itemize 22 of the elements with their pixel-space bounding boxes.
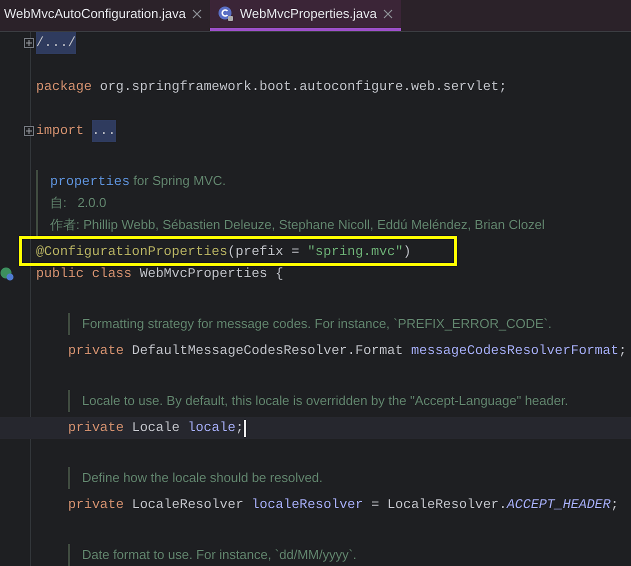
editor-tab[interactable]: WebMvcAutoConfiguration.java [0, 0, 210, 31]
class-icon [218, 6, 234, 22]
code-line: private DefaultMessageCodesResolver.Format messageCodesResolverFormat; [68, 342, 627, 360]
fold-icon[interactable] [24, 38, 34, 48]
doc-comment: Locale to use. By default, this locale is overridden by the "Accept-Language" header. [82, 393, 568, 409]
code-line: @ConfigurationProperties(prefix = "spring.mvc") [36, 243, 412, 261]
code-line: private LocaleResolver localeResolver = LocaleResolver.ACCEPT_HEADER; [68, 496, 619, 514]
doc-comment: Define how the locale should be resolved. [82, 470, 323, 486]
doc-comment: Date format to use. For instance, `dd/MM/yyyy`. [82, 547, 357, 563]
fold-icon[interactable] [24, 126, 34, 136]
code-line: public class WebMvcProperties { [36, 265, 284, 283]
doc-comment: properties for Spring MVC. [50, 172, 226, 190]
code-line: package org.springframework.boot.autoconfigure.web.servlet; [36, 78, 507, 96]
close-icon[interactable] [382, 9, 393, 19]
code-line: private Locale locale; [68, 418, 246, 438]
class-gutter-icon[interactable] [0, 267, 14, 281]
doc-comment: Formatting strategy for message codes. For instance, `PREFIX_ERROR_CODE`. [82, 316, 552, 332]
editor-tab[interactable]: WebMvcProperties.java [210, 0, 401, 31]
code-line: import ... [36, 120, 116, 142]
doc-comment: 自: 2.0.0 [50, 195, 106, 211]
close-icon[interactable] [192, 9, 202, 19]
doc-comment: 作者: Phillip Webb, Sébastien Deleuze, Stephane Nicoll, Eddú Meléndez, Brian Clozel [50, 217, 545, 233]
